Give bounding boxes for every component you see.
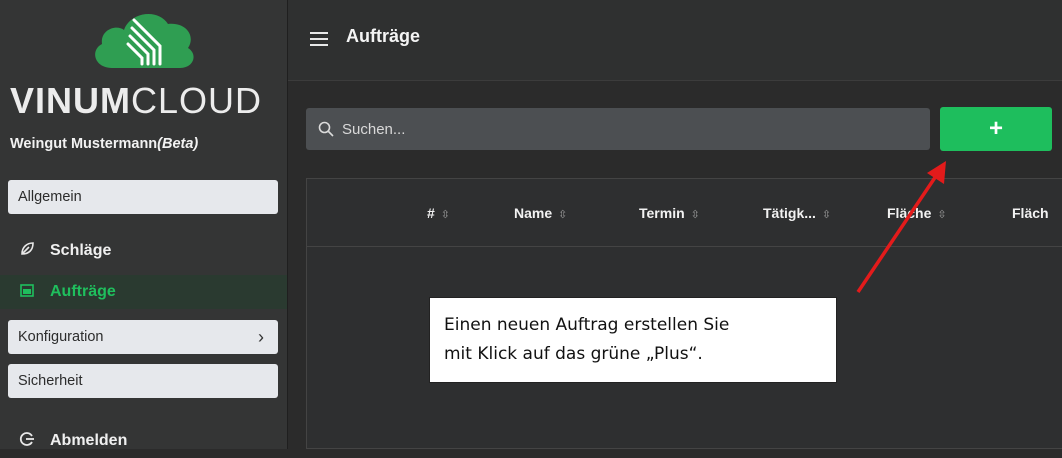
- logout-icon: [16, 424, 38, 458]
- hamburger-icon[interactable]: [310, 32, 328, 46]
- callout-line-1: Einen neuen Auftrag erstellen Sie: [444, 315, 730, 335]
- company-name: Weingut Mustermann(Beta): [10, 136, 198, 152]
- sidebar-item-label: Abmelden: [50, 432, 128, 449]
- sort-icon: ⇳: [690, 209, 700, 221]
- column-label: Termin: [639, 205, 685, 221]
- table-header: # ⇳ Name ⇳ Termin ⇳ Tätigk... ⇳ Fläche ⇳ Fläc…: [307, 179, 1062, 247]
- column-header-flaeche-2[interactable]: Fläch: [1012, 205, 1049, 221]
- brand-wordmark: VINUMCLOUD: [10, 80, 262, 122]
- column-header-flaeche[interactable]: Fläche ⇳: [887, 205, 947, 221]
- sidebar-item-schlaege[interactable]: Schläge: [0, 234, 287, 268]
- sort-icon: ⇳: [558, 209, 568, 221]
- column-label: Name: [514, 205, 553, 221]
- page-title: Aufträge: [346, 26, 421, 46]
- brand-light: CLOUD: [131, 80, 263, 121]
- column-header-name[interactable]: Name ⇳: [514, 205, 567, 221]
- column-label: Fläch: [1012, 205, 1049, 221]
- sidebar-item-allgemein[interactable]: Allgemein: [8, 180, 278, 214]
- sidebar-item-label: Konfiguration: [18, 329, 104, 345]
- column-header-taetigkeit[interactable]: Tätigk... ⇳: [763, 205, 831, 221]
- sidebar-item-konfiguration[interactable]: Konfiguration ›: [8, 320, 278, 354]
- sidebar-item-label: Schläge: [50, 242, 112, 259]
- sidebar-item-sicherheit[interactable]: Sicherheit: [8, 364, 278, 398]
- chevron-right-icon: ›: [258, 327, 264, 347]
- column-header-number[interactable]: # ⇳: [427, 205, 450, 221]
- sidebar-item-auftraege[interactable]: Aufträge: [0, 275, 287, 309]
- callout-line-2: mit Klick auf das grüne „Plus“.: [444, 344, 703, 364]
- sidebar-item-abmelden[interactable]: Abmelden: [0, 424, 287, 458]
- column-label: #: [427, 205, 435, 221]
- search-input[interactable]: [340, 119, 904, 139]
- sidebar-item-label: Allgemein: [18, 189, 82, 205]
- search-icon: [318, 121, 334, 137]
- brand-bold: VINUM: [10, 80, 131, 121]
- calendar-icon: [16, 275, 38, 309]
- sort-icon: ⇳: [937, 209, 947, 221]
- leaf-icon: [16, 234, 38, 268]
- sidebar: VINUMCLOUD Weingut Mustermann(Beta) Allg…: [0, 0, 288, 449]
- sidebar-item-label: Aufträge: [50, 283, 116, 300]
- beta-tag: (Beta): [157, 136, 199, 152]
- column-label: Fläche: [887, 205, 932, 221]
- top-bar: Aufträge: [288, 0, 1062, 81]
- sort-icon: ⇳: [440, 209, 451, 221]
- column-label: Tätigk...: [763, 205, 816, 221]
- search-bar[interactable]: [306, 108, 930, 150]
- column-header-termin[interactable]: Termin ⇳: [639, 205, 700, 221]
- sort-icon: ⇳: [821, 209, 832, 221]
- sidebar-item-label: Sicherheit: [18, 373, 83, 389]
- vinumcloud-logo: [88, 6, 200, 72]
- help-callout: Einen neuen Auftrag erstellen Sie mit Kl…: [429, 297, 837, 383]
- add-button[interactable]: +: [940, 107, 1052, 151]
- company-label: Weingut Mustermann: [10, 136, 158, 152]
